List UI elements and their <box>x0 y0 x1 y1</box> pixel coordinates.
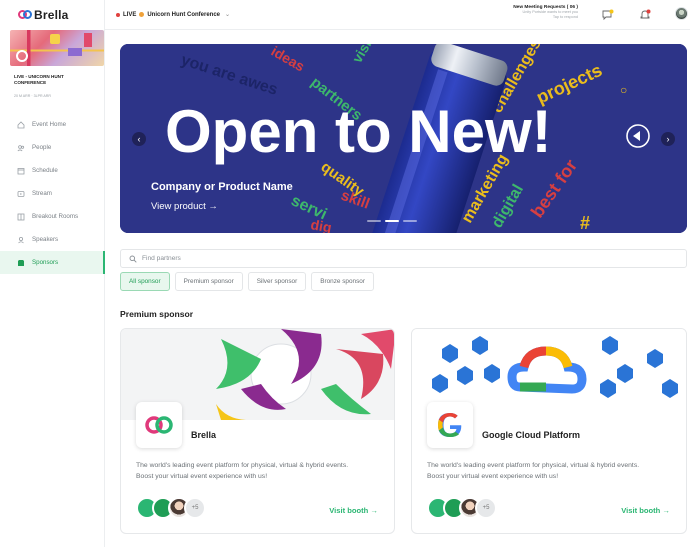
sponsor-description: The world's leading event platform for p… <box>427 462 640 480</box>
chat-icon[interactable] <box>602 8 614 21</box>
sidebar-item-people[interactable]: People <box>0 136 105 159</box>
bell-icon[interactable] <box>639 8 651 20</box>
hero-company-name: Company or Product Name <box>151 181 293 193</box>
sponsor-filters: All sponsor Premium sponsor Silver spons… <box>120 272 374 291</box>
live-dot-icon <box>116 12 120 17</box>
sponsor-description: The world's leading event platform for p… <box>136 462 349 480</box>
event-name: Unicorn Hunt Conference <box>147 11 221 18</box>
filter-premium-sponsor[interactable]: Premium sponsor <box>174 272 243 291</box>
meeting-requests-notice[interactable]: New Meeting Requests ( 06 ) Unity Portsi… <box>504 5 578 20</box>
filter-all-sponsor[interactable]: All sponsor <box>120 272 170 291</box>
search-input[interactable] <box>142 255 442 262</box>
hero-banner[interactable]: you are awes partners ideas vision chall… <box>120 44 687 233</box>
sidebar-item-label: Schedule <box>32 167 58 174</box>
more-avatars-count: +5 <box>475 497 497 519</box>
event-title: LIVE - UNICORN HUNT CONFERENCE <box>14 74 64 85</box>
partner-search[interactable] <box>120 249 687 268</box>
sidebar-nav: Event Home People Schedule Stream Breako… <box>0 113 105 274</box>
rooms-icon <box>17 213 25 221</box>
user-avatar[interactable] <box>675 7 688 20</box>
sidebar-item-schedule[interactable]: Schedule <box>0 159 105 182</box>
search-icon <box>129 250 137 268</box>
filter-bronze-sponsor[interactable]: Bronze sponsor <box>311 272 374 291</box>
brella-logo-icon <box>18 10 32 20</box>
brella-mark-icon <box>145 416 173 434</box>
brella-logo-badge <box>136 402 182 448</box>
event-date: 20 M ARR · 3LPR ARR <box>14 94 51 98</box>
google-logo-badge <box>427 402 473 448</box>
svg-text:○: ○ <box>620 83 627 97</box>
sidebar-item-label: Speakers <box>32 236 59 243</box>
brella-logo[interactable]: Brella <box>18 8 69 22</box>
sidebar-item-label: Event Home <box>32 121 67 128</box>
sponsor-name: Brella <box>191 430 217 440</box>
chevron-down-icon: ⌄ <box>225 12 231 18</box>
sidebar-item-speakers[interactable]: Speakers <box>0 228 105 251</box>
chevron-right-icon[interactable]: › <box>661 132 675 146</box>
sidebar-item-label: People <box>32 144 52 151</box>
filter-silver-sponsor[interactable]: Silver sponsor <box>247 272 307 291</box>
representative-avatars[interactable]: +5 <box>136 497 206 519</box>
visit-booth-link[interactable]: Visit booth → <box>621 506 670 515</box>
google-g-icon <box>438 413 462 437</box>
event-banner-image <box>10 30 104 66</box>
chevron-left-icon[interactable]: ‹ <box>132 132 146 146</box>
sidebar-item-sponsors[interactable]: Sponsors <box>0 251 105 274</box>
sponsor-card-google-cloud[interactable]: Google Cloud Platform The world's leadin… <box>411 328 687 534</box>
live-label: LIVE <box>123 11 137 18</box>
representative-avatars[interactable]: +5 <box>427 497 497 519</box>
section-title: Premium sponsor <box>120 309 194 319</box>
view-product-link[interactable]: View product → <box>151 201 218 212</box>
svg-text:#: # <box>580 213 590 233</box>
people-icon <box>17 144 25 152</box>
sponsor-name: Google Cloud Platform <box>482 430 580 440</box>
calendar-icon <box>17 167 25 175</box>
svg-text:dig: dig <box>309 216 332 233</box>
sidebar-item-label: Breakout Rooms <box>32 213 79 220</box>
sponsor-card-brella[interactable]: Brella The world's leading event platfor… <box>120 328 395 534</box>
sidebar-item-label: Stream <box>32 190 52 197</box>
meeting-requests-sub2: Tap to respond <box>552 15 578 19</box>
logo-text: Brella <box>34 8 69 22</box>
visit-booth-link[interactable]: Visit booth → <box>329 506 378 515</box>
stream-icon <box>17 190 25 198</box>
speakers-icon <box>17 236 25 244</box>
top-header: LIVE Unicorn Hunt Conference ⌄ New Meeti… <box>105 0 690 30</box>
sidebar-item-stream[interactable]: Stream <box>0 182 105 205</box>
hero-headline: Open to New! <box>165 98 552 165</box>
sidebar-item-breakout-rooms[interactable]: Breakout Rooms <box>0 205 105 228</box>
sidebar-item-label: Sponsors <box>32 259 59 266</box>
event-switcher[interactable]: LIVE Unicorn Hunt Conference ⌄ <box>116 11 230 18</box>
unicorn-icon <box>139 12 145 17</box>
sponsors-icon <box>17 259 25 267</box>
more-avatars-count: +5 <box>184 497 206 519</box>
sidebar: Brella LIVE - UNICORN HUNT CONFERENCE 20… <box>0 0 105 547</box>
sidebar-item-event-home[interactable]: Event Home <box>0 113 105 136</box>
home-icon <box>17 120 25 129</box>
